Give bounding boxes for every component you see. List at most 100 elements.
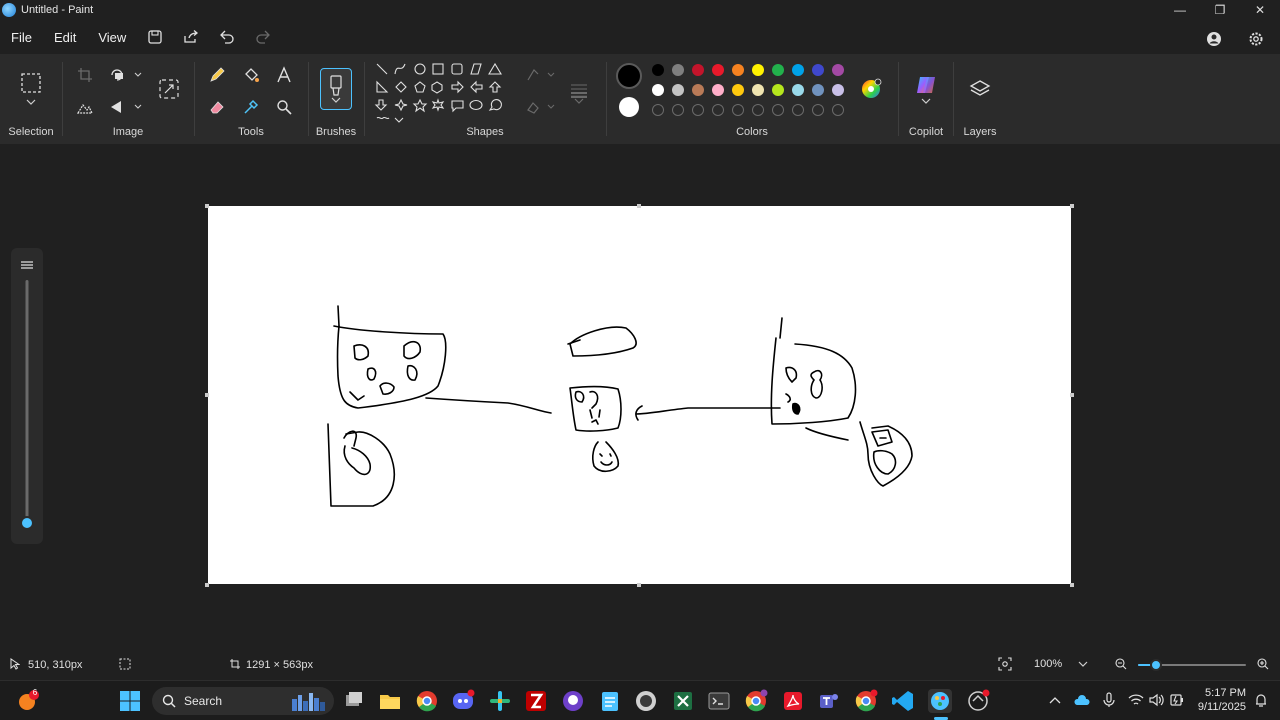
resize-handle[interactable]	[205, 393, 209, 397]
resize-handle[interactable]	[637, 583, 641, 587]
eraser-tool[interactable]	[204, 94, 230, 120]
color-picker-tool[interactable]	[238, 94, 264, 120]
color-swatch[interactable]	[812, 84, 824, 96]
color-swatch[interactable]	[692, 84, 704, 96]
chrome-second-button[interactable]	[854, 689, 878, 713]
zoom-level-select[interactable]: 100%	[1025, 653, 1097, 675]
image-properties-button[interactable]	[72, 94, 98, 120]
zoom-out-icon[interactable]	[1115, 658, 1127, 670]
terminal-button[interactable]	[707, 689, 731, 713]
show-hidden-icons-button[interactable]	[1048, 693, 1062, 707]
redo-button[interactable]	[245, 22, 281, 52]
magnifier-tool[interactable]	[271, 94, 297, 120]
task-view-button[interactable]	[342, 689, 366, 713]
custom-color-slot[interactable]	[652, 104, 664, 116]
color-swatch[interactable]	[772, 84, 784, 96]
microphone-tray[interactable]	[1102, 692, 1116, 708]
resize-handle[interactable]	[637, 204, 641, 208]
custom-color-slot[interactable]	[832, 104, 844, 116]
custom-color-slot[interactable]	[672, 104, 684, 116]
color-swatch[interactable]	[792, 84, 804, 96]
text-tool[interactable]	[271, 62, 297, 88]
fill-shape-button[interactable]	[525, 94, 557, 120]
drawing-canvas[interactable]	[208, 206, 1071, 584]
custom-color-slot[interactable]	[792, 104, 804, 116]
chrome-profile-button[interactable]	[744, 689, 768, 713]
clock[interactable]: 5:17 PM 9/11/2025	[1190, 686, 1246, 714]
onedrive-tray[interactable]	[1074, 693, 1090, 707]
menu-file[interactable]: File	[0, 30, 43, 45]
settings-button[interactable]	[1238, 24, 1274, 54]
custom-color-slot[interactable]	[772, 104, 784, 116]
color-swatch[interactable]	[652, 84, 664, 96]
teams-button[interactable]	[817, 689, 841, 713]
color-swatch[interactable]	[792, 64, 804, 76]
flip-button[interactable]	[106, 94, 146, 120]
account-button[interactable]	[1196, 24, 1232, 54]
zoom-slider[interactable]	[1136, 658, 1248, 672]
selection-dropdown[interactable]	[18, 94, 44, 110]
color-swatch[interactable]	[832, 64, 844, 76]
close-button[interactable]: ✕	[1240, 0, 1280, 20]
start-button[interactable]	[118, 689, 142, 713]
rotate-button[interactable]	[106, 62, 146, 88]
browser-button[interactable]	[966, 689, 990, 713]
color-swatch[interactable]	[712, 64, 724, 76]
wifi-tray[interactable]	[1128, 693, 1144, 707]
filezilla-button[interactable]	[524, 689, 548, 713]
color-swatch[interactable]	[752, 84, 764, 96]
edit-colors-button[interactable]	[858, 76, 884, 102]
copilot-dropdown[interactable]	[913, 94, 939, 108]
brushes-button[interactable]	[320, 68, 352, 110]
github-button[interactable]	[561, 689, 585, 713]
acrobat-button[interactable]	[781, 689, 805, 713]
pencil-tool[interactable]	[204, 62, 230, 88]
color-swatch[interactable]	[772, 64, 784, 76]
menu-view[interactable]: View	[87, 30, 137, 45]
color-swatch[interactable]	[732, 84, 744, 96]
resize-handle[interactable]	[1070, 393, 1074, 397]
crop-button[interactable]	[72, 62, 98, 88]
fit-to-window-icon[interactable]	[998, 657, 1012, 671]
shapes-gallery[interactable]	[371, 60, 517, 126]
outline-button[interactable]	[525, 62, 557, 88]
resize-handle[interactable]	[1070, 583, 1074, 587]
color-swatch[interactable]	[752, 64, 764, 76]
custom-color-slot[interactable]	[752, 104, 764, 116]
size-button[interactable]	[565, 74, 593, 112]
battery-tray[interactable]	[1169, 693, 1185, 707]
secondary-color-swatch[interactable]	[619, 97, 639, 117]
color-swatch[interactable]	[832, 84, 844, 96]
custom-color-slot[interactable]	[692, 104, 704, 116]
notifications-tray[interactable]	[1253, 693, 1269, 707]
slack-button[interactable]	[488, 689, 512, 713]
layers-button[interactable]	[967, 76, 993, 102]
menu-edit[interactable]: Edit	[43, 30, 87, 45]
resize-handle[interactable]	[1070, 204, 1074, 208]
color-swatch[interactable]	[672, 84, 684, 96]
resize-button[interactable]	[156, 76, 182, 102]
widgets-button[interactable]: 6	[17, 688, 41, 713]
save-button[interactable]	[137, 22, 173, 52]
fill-tool[interactable]	[238, 62, 264, 88]
color-swatch[interactable]	[692, 64, 704, 76]
volume-tray[interactable]	[1149, 693, 1165, 707]
color-swatch[interactable]	[712, 84, 724, 96]
brush-size-slider[interactable]	[11, 248, 43, 544]
color-swatch[interactable]	[672, 64, 684, 76]
chrome-button[interactable]	[415, 689, 439, 713]
vscode-button[interactable]	[891, 689, 915, 713]
paint-taskbar-button[interactable]	[928, 689, 952, 713]
resize-handle[interactable]	[205, 204, 209, 208]
file-explorer-button[interactable]	[378, 689, 402, 713]
color-swatch[interactable]	[812, 64, 824, 76]
resize-handle[interactable]	[205, 583, 209, 587]
minimize-button[interactable]: —	[1160, 0, 1200, 20]
notepad-button[interactable]	[598, 689, 622, 713]
share-button[interactable]	[173, 22, 209, 52]
zoom-in-icon[interactable]	[1257, 658, 1269, 670]
color-swatch[interactable]	[652, 64, 664, 76]
taskbar-search[interactable]: Search	[152, 687, 334, 715]
discord-button[interactable]	[451, 689, 475, 713]
custom-color-slot[interactable]	[812, 104, 824, 116]
